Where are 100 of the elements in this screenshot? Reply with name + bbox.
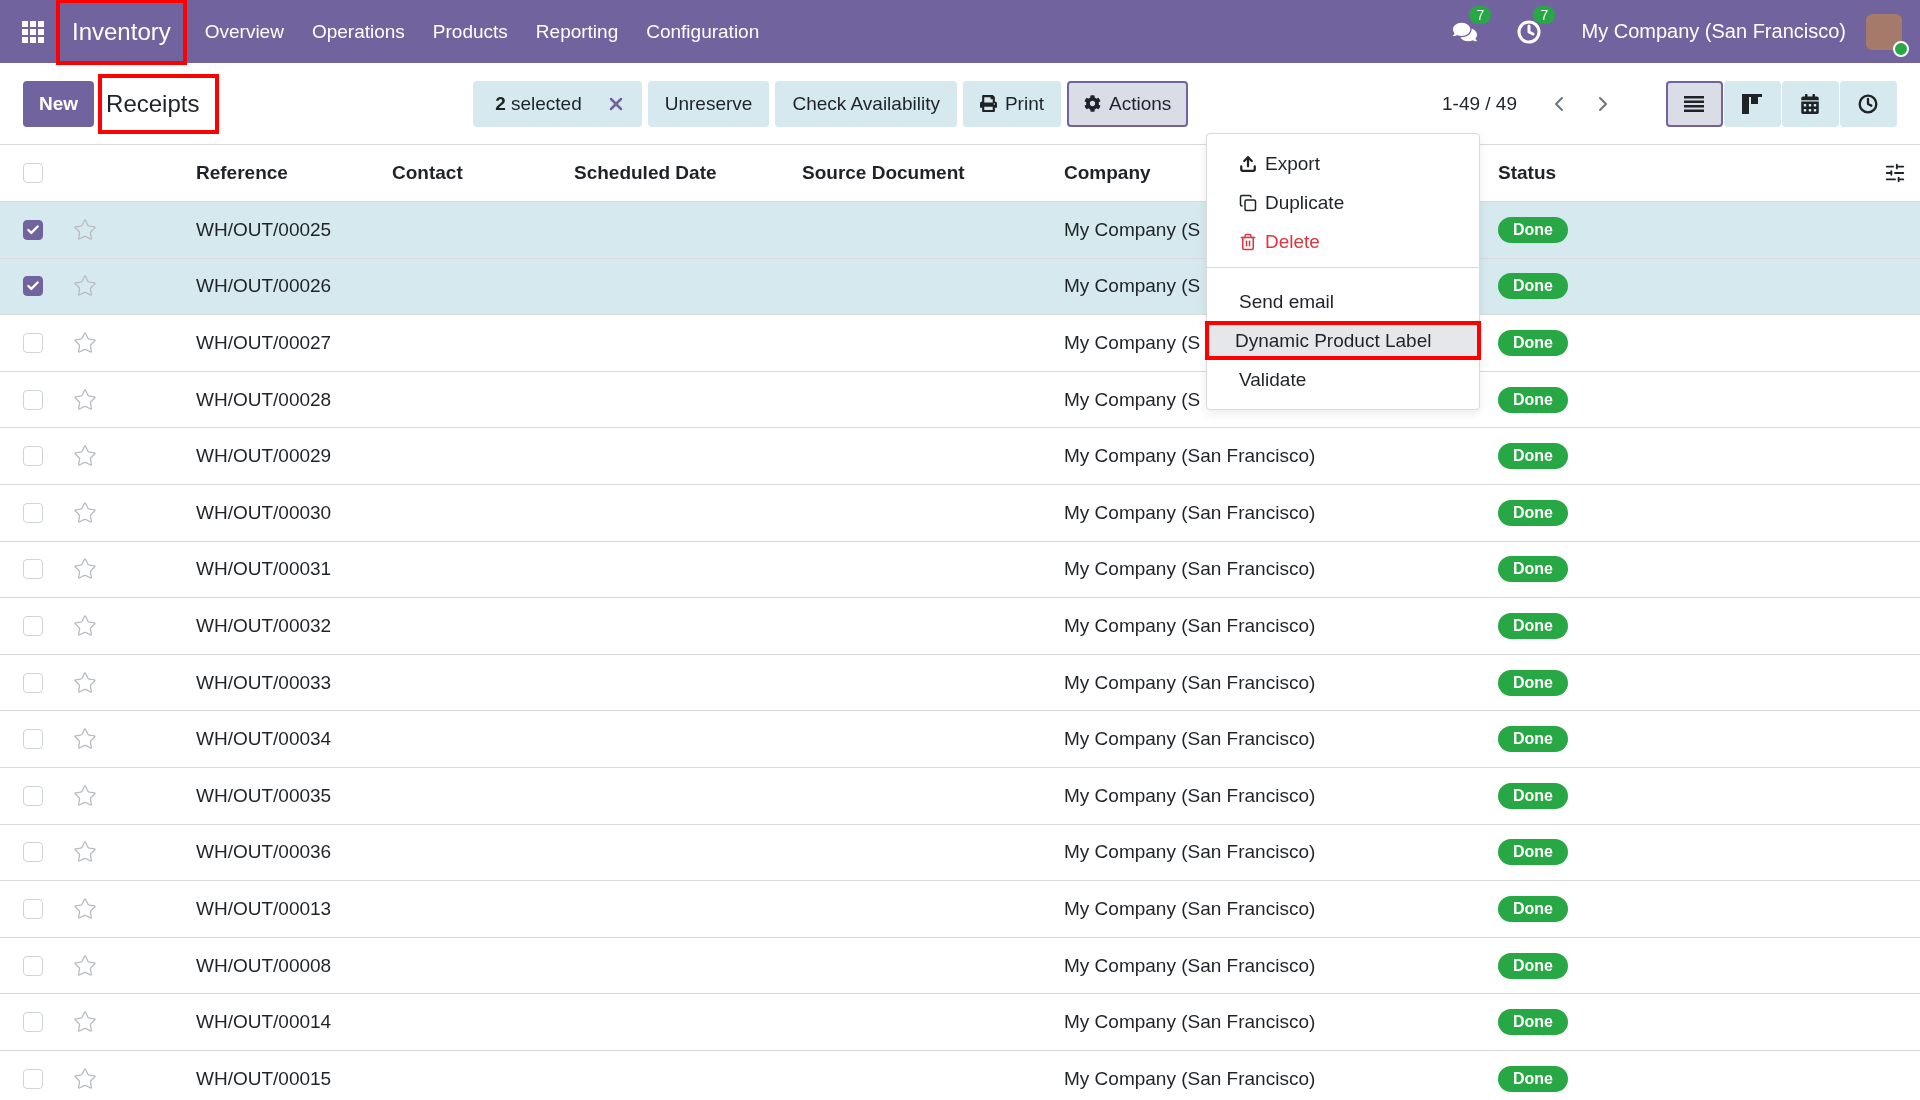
menu-item[interactable]: Overview — [190, 20, 298, 43]
sliders-icon[interactable] — [1884, 162, 1906, 184]
table-cell: WH/OUT/00008 — [196, 954, 332, 977]
menu-item[interactable]: Reporting — [521, 20, 633, 43]
new-button[interactable]: New — [23, 80, 95, 127]
table-cell: My Company (San Francisco) — [1064, 841, 1316, 864]
table-cell: WH/OUT/00014 — [196, 1011, 332, 1034]
status-badge: Done — [1498, 782, 1568, 809]
status-badge: Done — [1498, 273, 1568, 300]
star-icon[interactable] — [73, 727, 97, 752]
menu-item[interactable]: Configuration — [632, 20, 774, 43]
company-name[interactable]: My Company (San Francisco) — [1581, 20, 1846, 43]
table-cell: My Company (San Francisco) — [1064, 784, 1316, 807]
table-cell: WH/OUT/00030 — [196, 501, 332, 524]
trash-icon — [1239, 232, 1257, 251]
table-cell: WH/OUT/00032 — [196, 614, 332, 637]
table-cell: My Company (San Francisco) — [1064, 558, 1316, 581]
status-badge: Done — [1498, 839, 1568, 866]
checkbox[interactable] — [23, 219, 43, 240]
menu-item[interactable]: Delete — [1207, 222, 1479, 261]
toolbar-button[interactable]: Actions — [1067, 80, 1189, 127]
table-cell: WH/OUT/00033 — [196, 671, 332, 694]
table-cell: WH/OUT/00015 — [196, 1067, 332, 1090]
table-cell: WH/OUT/00027 — [196, 332, 332, 354]
table-cell: WH/OUT/00013 — [196, 897, 332, 920]
status-badge: Done — [1498, 895, 1568, 922]
table-cell: WH/OUT/00031 — [196, 558, 332, 581]
table-cell: WH/OUT/00025 — [196, 218, 332, 241]
count-badge: 7 — [1469, 5, 1492, 24]
column-header[interactable]: Scheduled Date — [574, 162, 802, 184]
table-cell: WH/OUT/00035 — [196, 784, 332, 807]
app-name[interactable]: Inventory — [56, 0, 187, 65]
count-badge: 7 — [1533, 5, 1556, 24]
table-cell: WH/OUT/00029 — [196, 445, 332, 468]
column-header[interactable]: Reference — [196, 162, 392, 184]
status-badge: Done — [1498, 216, 1568, 243]
menu-item[interactable]: Validate — [1207, 360, 1479, 399]
kanban-icon — [1742, 93, 1763, 114]
status-badge: Done — [1498, 726, 1568, 753]
table-cell: WH/OUT/00034 — [196, 728, 332, 751]
pager-value: 1-49 / 49 — [1442, 92, 1517, 115]
column-header[interactable]: Contact — [392, 162, 574, 184]
toolbar-button[interactable]: Unreserve — [647, 80, 770, 127]
star-icon[interactable] — [73, 840, 97, 865]
star-icon[interactable] — [73, 670, 97, 695]
status-badge: Done — [1498, 499, 1568, 526]
selection-count: 2 selected — [495, 92, 582, 115]
status-badge: Done — [1498, 330, 1568, 356]
status-badge: Done — [1498, 1009, 1568, 1036]
star-icon[interactable] — [73, 1010, 97, 1035]
app-grid-icon[interactable] — [22, 20, 44, 43]
toolbar-button[interactable]: Check Availability — [775, 80, 957, 127]
column-header[interactable]: Source Document — [802, 162, 1064, 184]
star-icon[interactable] — [73, 1066, 97, 1091]
status-badge: Done — [1498, 1065, 1568, 1092]
print-icon — [979, 95, 997, 112]
menu-item[interactable]: Duplicate — [1207, 183, 1479, 222]
star-icon[interactable] — [73, 217, 97, 242]
table-cell: My Company (S — [1064, 388, 1201, 411]
status-badge: Done — [1498, 669, 1568, 696]
table-cell: My Company (San Francisco) — [1064, 954, 1316, 977]
upload-icon — [1239, 154, 1257, 173]
star-icon[interactable] — [73, 896, 97, 921]
menu-item[interactable]: Operations — [297, 20, 419, 43]
star-icon[interactable] — [73, 953, 97, 978]
table-cell: My Company (S — [1064, 332, 1201, 354]
clock-icon — [1858, 93, 1879, 114]
avatar[interactable] — [1866, 13, 1902, 50]
table-cell: My Company (S — [1064, 218, 1201, 241]
checkbox[interactable] — [23, 276, 43, 297]
table-cell: WH/OUT/00026 — [196, 275, 332, 298]
status-badge: Done — [1498, 952, 1568, 979]
status-badge: Done — [1498, 386, 1568, 413]
menu-item[interactable]: Dynamic Product Label — [1205, 321, 1481, 360]
star-icon[interactable] — [73, 613, 97, 638]
menu-item[interactable]: Products — [418, 20, 522, 43]
star-icon[interactable] — [73, 331, 97, 355]
status-badge: Done — [1498, 556, 1568, 583]
star-icon[interactable] — [73, 500, 97, 525]
table-cell: My Company (San Francisco) — [1064, 445, 1316, 468]
column-header[interactable]: Status — [1498, 162, 1860, 184]
table-cell: My Company (San Francisco) — [1064, 501, 1316, 524]
star-icon[interactable] — [73, 783, 97, 808]
table-cell: WH/OUT/00036 — [196, 841, 332, 864]
copy-icon — [1239, 193, 1257, 212]
star-icon[interactable] — [73, 444, 97, 469]
table-cell: My Company (San Francisco) — [1064, 614, 1316, 637]
toolbar-button[interactable]: Print — [962, 80, 1061, 127]
star-icon[interactable] — [73, 557, 97, 582]
status-badge: Done — [1498, 612, 1568, 639]
star-icon[interactable] — [73, 274, 97, 299]
settings-icon — [1084, 95, 1101, 112]
list-icon — [1684, 95, 1705, 112]
menu-item[interactable]: Export — [1207, 144, 1479, 183]
menu-item[interactable]: Send email — [1207, 282, 1479, 321]
table-cell: My Company (San Francisco) — [1064, 671, 1316, 694]
view-switch-button[interactable] — [1666, 80, 1723, 127]
table-cell: My Company (San Francisco) — [1064, 1011, 1316, 1034]
table-cell: My Company (San Francisco) — [1064, 728, 1316, 751]
star-icon[interactable] — [73, 387, 97, 412]
